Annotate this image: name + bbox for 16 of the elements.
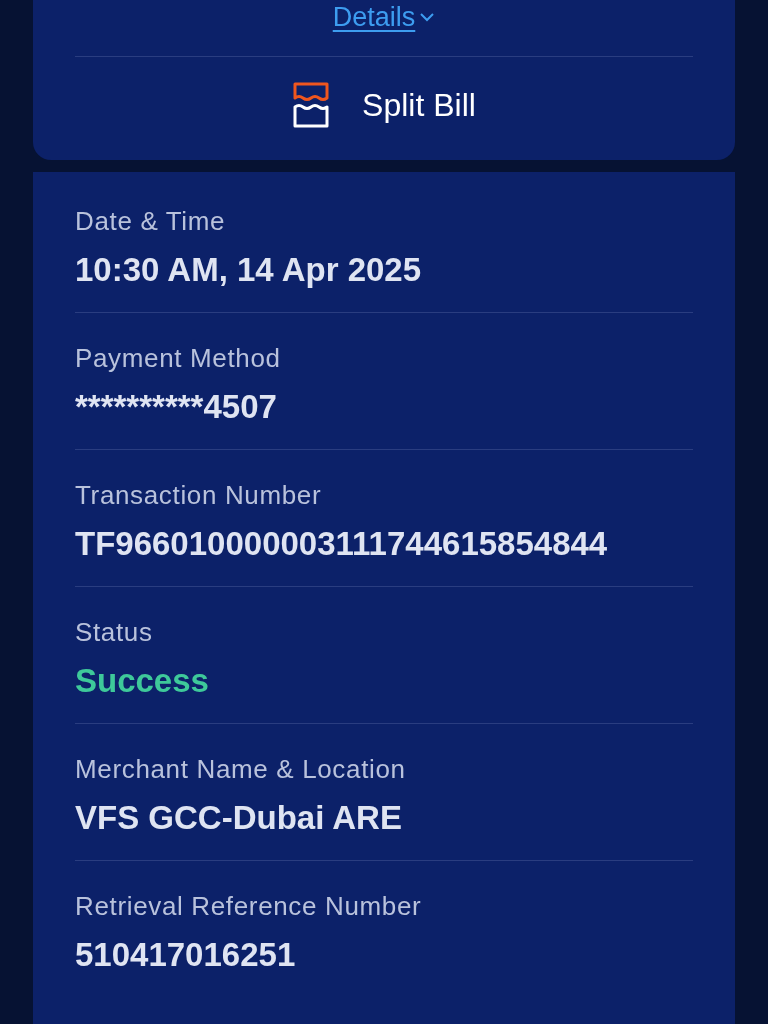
field-value: TF966010000003111744615854844 <box>75 524 609 564</box>
field-label: Retrieval Reference Number <box>75 890 423 923</box>
field-label: Payment Method <box>75 342 282 375</box>
receipt-icon <box>292 80 331 129</box>
details-link[interactable]: Details <box>332 0 436 34</box>
field-label: Date & Time <box>75 205 227 238</box>
field-value: 10:30 AM, 14 Apr 2025 <box>75 250 423 290</box>
field-value: **********4507 <box>75 387 278 427</box>
field-value: Success <box>75 661 210 701</box>
field-value: VFS GCC-Dubai ARE <box>75 798 403 838</box>
chevron-down-icon <box>419 12 436 22</box>
field-label: Status <box>75 616 154 649</box>
field-value: 510417016251 <box>75 935 297 975</box>
field-label: Merchant Name & Location <box>75 753 407 786</box>
split-bill-button[interactable]: Split Bill <box>292 80 476 137</box>
field-label: Transaction Number <box>75 479 323 512</box>
